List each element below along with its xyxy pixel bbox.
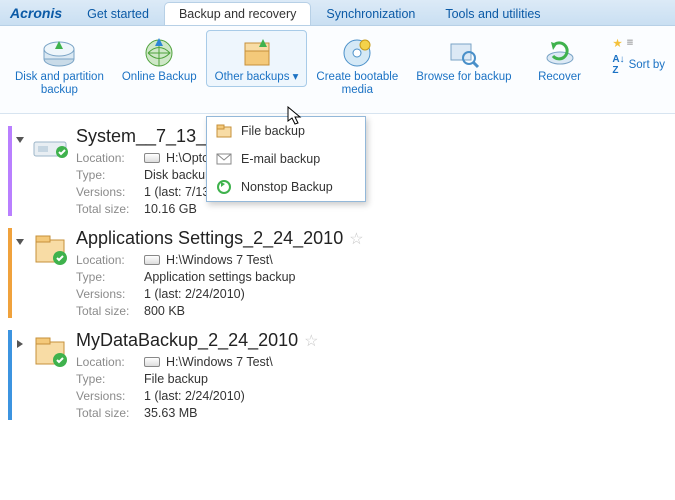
category-bar bbox=[8, 228, 12, 318]
backup-item[interactable]: Applications Settings_2_24_2010 ☆ Locatio… bbox=[8, 228, 667, 318]
menuitem-label: Nonstop Backup bbox=[241, 180, 333, 194]
size-value: 10.16 GB bbox=[144, 202, 667, 216]
type-label: Type: bbox=[76, 168, 144, 182]
sort-label: Sort by bbox=[629, 59, 665, 71]
size-value: 800 KB bbox=[144, 304, 667, 318]
folder-icon bbox=[26, 228, 76, 318]
ribbon-label: Recover bbox=[538, 71, 581, 84]
type-value: File backup bbox=[144, 372, 667, 386]
size-value: 35.63 MB bbox=[144, 406, 667, 420]
star-icon: ★ bbox=[612, 36, 622, 50]
category-bar bbox=[8, 330, 12, 420]
ribbon-label: Browse for backup bbox=[416, 71, 511, 84]
versions-label: Versions: bbox=[76, 185, 144, 199]
backup-title: System__7_13_2 bbox=[76, 126, 216, 147]
browse-backup-button[interactable]: Browse for backup bbox=[407, 30, 520, 87]
expand-toggle[interactable] bbox=[16, 126, 26, 216]
disk-partition-backup-button[interactable]: Disk and partition backup bbox=[6, 30, 113, 99]
ribbon-label: Disk and partition backup bbox=[15, 71, 104, 96]
favorite-star[interactable]: ☆ bbox=[349, 229, 363, 249]
expand-toggle[interactable] bbox=[16, 228, 26, 318]
type-label: Type: bbox=[76, 270, 144, 284]
email-backup-menuitem[interactable]: E-mail backup bbox=[207, 145, 365, 173]
brand-logo: Acronis bbox=[6, 1, 72, 25]
expand-toggle[interactable] bbox=[16, 330, 26, 420]
type-label: Type: bbox=[76, 372, 144, 386]
recover-icon bbox=[540, 35, 580, 71]
location-label: Location: bbox=[76, 253, 144, 267]
type-value: Application settings backup bbox=[144, 270, 667, 284]
ribbon-label: Other backups ▾ bbox=[215, 71, 299, 84]
other-backups-button[interactable]: Other backups ▾ bbox=[206, 30, 308, 87]
category-bar bbox=[8, 126, 12, 216]
online-backup-button[interactable]: Online Backup bbox=[113, 30, 206, 87]
backup-title: Applications Settings_2_24_2010 bbox=[76, 228, 343, 249]
versions-value: 1 (last: 2/24/2010) bbox=[144, 287, 667, 301]
location-label: Location: bbox=[76, 355, 144, 369]
ribbon-label: Create bootable media bbox=[316, 71, 398, 96]
sort-icon: A↓Z bbox=[612, 54, 624, 76]
side-tools: ★≡ A↓Z Sort by bbox=[608, 30, 669, 82]
nonstop-icon bbox=[215, 178, 233, 196]
folder-icon bbox=[26, 330, 76, 420]
search-icon bbox=[444, 35, 484, 71]
drive-small-icon bbox=[144, 255, 160, 265]
drive-small-icon bbox=[144, 153, 160, 163]
ribbon-label: Online Backup bbox=[122, 71, 197, 84]
location-value: H:\Windows 7 Test\ bbox=[166, 355, 273, 369]
nonstop-backup-menuitem[interactable]: Nonstop Backup bbox=[207, 173, 365, 201]
tab-get-started[interactable]: Get started bbox=[72, 2, 164, 25]
menuitem-label: File backup bbox=[241, 124, 305, 138]
size-label: Total size: bbox=[76, 304, 144, 318]
menuitem-label: E-mail backup bbox=[241, 152, 320, 166]
ribbon-toolbar: Disk and partition backup Online Backup … bbox=[0, 26, 675, 114]
backup-title: MyDataBackup_2_24_2010 bbox=[76, 330, 298, 351]
favorite-tool[interactable]: ★≡ bbox=[612, 36, 665, 50]
backup-item[interactable]: MyDataBackup_2_24_2010 ☆ Location: H:\Win… bbox=[8, 330, 667, 420]
location-label: Location: bbox=[76, 151, 144, 165]
other-backups-dropdown: File backup E-mail backup Nonstop Backup bbox=[206, 116, 366, 202]
create-bootable-media-button[interactable]: Create bootable media bbox=[307, 30, 407, 99]
sort-by-tool[interactable]: A↓Z Sort by bbox=[612, 54, 665, 76]
tab-strip: Acronis Get started Backup and recovery … bbox=[0, 0, 675, 26]
drive-small-icon bbox=[144, 357, 160, 367]
size-label: Total size: bbox=[76, 406, 144, 420]
cd-icon bbox=[337, 35, 377, 71]
tab-backup-recovery[interactable]: Backup and recovery bbox=[164, 2, 311, 25]
box-icon bbox=[237, 35, 277, 71]
disk-icon bbox=[39, 35, 79, 71]
location-value: H:\Windows 7 Test\ bbox=[166, 253, 273, 267]
folder-icon bbox=[215, 122, 233, 140]
file-backup-menuitem[interactable]: File backup bbox=[207, 117, 365, 145]
versions-label: Versions: bbox=[76, 287, 144, 301]
mail-icon bbox=[215, 150, 233, 168]
versions-value: 1 (last: 2/24/2010) bbox=[144, 389, 667, 403]
versions-label: Versions: bbox=[76, 389, 144, 403]
tab-tools-utilities[interactable]: Tools and utilities bbox=[430, 2, 555, 25]
drive-icon bbox=[26, 126, 76, 216]
globe-icon bbox=[139, 35, 179, 71]
favorite-star[interactable]: ☆ bbox=[304, 331, 318, 351]
recover-button[interactable]: Recover bbox=[521, 30, 599, 87]
size-label: Total size: bbox=[76, 202, 144, 216]
tab-synchronization[interactable]: Synchronization bbox=[311, 2, 430, 25]
